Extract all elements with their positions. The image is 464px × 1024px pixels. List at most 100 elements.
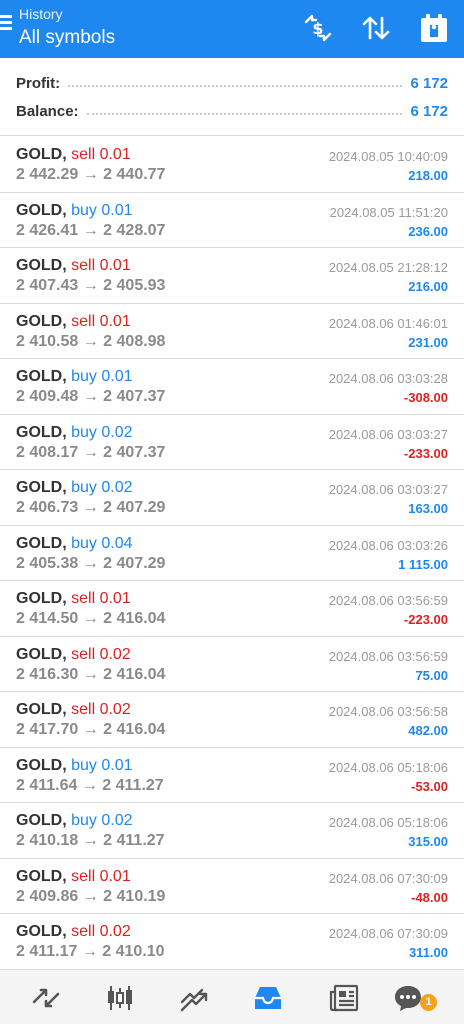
deal-profit: 163.00 [408, 501, 448, 516]
page-subtitle: History [19, 6, 63, 22]
deal-type: buy 0.01 [71, 368, 133, 385]
symbol-name: GOLD, [16, 368, 67, 385]
deal-type: sell 0.02 [71, 645, 131, 663]
symbol-name: GOLD, [16, 812, 67, 829]
deal-type: sell 0.01 [71, 257, 131, 274]
deal-prices: 2 410.18 → 2 411.27 [16, 832, 165, 849]
symbol-name: GOLD, [16, 423, 67, 441]
deal-profit: 311.00 [408, 945, 448, 960]
deal-time: 2024.08.05 11:51:20 [329, 204, 448, 220]
deal-profit: 216.00 [408, 279, 448, 294]
deal-time: 2024.08.06 03:56:59 [328, 593, 448, 608]
deal-type: sell 0.02 [71, 701, 131, 718]
deal-profit: -308.00 [403, 390, 448, 405]
deal-prices: 2 416.30 → 2 416.04 [16, 665, 166, 683]
deal-profit: -53.00 [411, 778, 448, 794]
app-bar: History All symbols $ [0, 0, 464, 58]
deal-time: 2024.08.06 03:03:27 [328, 426, 448, 442]
deal-symbol: GOLD, sell 0.01 [16, 146, 131, 164]
deal-time: 2024.08.06 03:56:58 [328, 704, 448, 719]
deal-symbol: GOLD, sell 0.02 [16, 701, 131, 719]
deal-prices: 2 426.41 → 2 428.07 [16, 221, 166, 239]
notification-badge: 1 [420, 994, 437, 1011]
profit-row: Profit: 6 172 [16, 71, 448, 95]
dot-leader [68, 85, 403, 87]
profit-label: Profit: [16, 74, 61, 92]
deal-symbol: GOLD, buy 0.01 [16, 202, 133, 220]
quotes-icon[interactable] [30, 982, 62, 1014]
deal-prices: 2 411.17 → 2 410.10 [16, 943, 165, 960]
deal-row[interactable]: GOLD, sell 0.01 2 407.43 → 2 405.93 2024.0… [0, 248, 464, 304]
symbol-name: GOLD, [16, 312, 67, 330]
deal-symbol: GOLD, buy 0.04 [16, 535, 133, 553]
deal-row[interactable]: GOLD, buy 0.01 2 409.48 → 2 407.37 2024.08… [0, 359, 464, 415]
deal-type: buy 0.01 [71, 756, 133, 774]
deal-row[interactable]: GOLD, buy 0.04 2 405.38 → 2 407.29 2024.08… [0, 526, 464, 581]
deal-time: 2024.08.06 03:03:28 [328, 371, 448, 386]
deal-symbol: GOLD, buy 0.02 [16, 424, 133, 442]
deal-type: buy 0.04 [71, 534, 133, 552]
deal-profit: 1 115.00 [398, 556, 448, 572]
deal-row[interactable]: GOLD, sell 0.02 2 417.70 → 2 416.04 2024.0… [0, 692, 464, 748]
deal-row[interactable]: GOLD, buy 0.01 2 411.64 → 2 411.27 2024.08… [0, 748, 464, 803]
dot-leader [86, 113, 403, 115]
deal-row[interactable]: GOLD, sell 0.01 2 409.86 → 2 410.19 2024.0… [0, 859, 464, 914]
messages-icon[interactable] [392, 982, 424, 1014]
deal-row[interactable]: GOLD, sell 0.02 2 411.17 → 2 410.10 2024.0… [0, 914, 464, 970]
deal-profit: 482.00 [408, 723, 448, 738]
deal-symbol: GOLD, sell 0.01 [16, 257, 131, 275]
deal-time: 2024.08.06 05:18:06 [328, 815, 448, 830]
deal-profit: 236.00 [408, 223, 448, 239]
sort-icon[interactable] [360, 12, 392, 44]
deal-profit: 315.00 [408, 834, 448, 849]
deal-prices: 2 410.58 → 2 408.98 [16, 332, 166, 350]
deal-profit: -223.00 [403, 612, 448, 627]
deal-type: sell 0.01 [71, 590, 131, 607]
deal-symbol: GOLD, sell 0.02 [16, 646, 131, 664]
deal-prices: 2 407.43 → 2 405.93 [16, 277, 166, 294]
deal-type: sell 0.01 [71, 146, 131, 163]
deal-row[interactable]: GOLD, sell 0.02 2 416.30 → 2 416.04 2024.0… [0, 637, 464, 692]
menu-icon[interactable] [0, 12, 14, 34]
deal-prices: 2 409.48 → 2 407.37 [16, 388, 166, 405]
deal-row[interactable]: GOLD, buy 0.01 2 426.41 → 2 428.07 2024.08… [0, 193, 464, 248]
deal-row[interactable]: GOLD, buy 0.02 2 406.73 → 2 407.29 2024.08… [0, 470, 464, 526]
deal-row[interactable]: GOLD, sell 0.01 2 414.50 → 2 416.04 2024.0… [0, 581, 464, 637]
symbol-name: GOLD, [16, 534, 67, 552]
deal-prices: 2 405.38 → 2 407.29 [16, 554, 166, 572]
deal-type: buy 0.01 [71, 201, 133, 219]
deal-symbol: GOLD, buy 0.01 [16, 757, 133, 775]
deal-symbol: GOLD, sell 0.01 [16, 590, 131, 608]
deal-type: buy 0.02 [71, 812, 133, 829]
deal-prices: 2 408.17 → 2 407.37 [16, 443, 166, 461]
deal-symbol: GOLD, sell 0.01 [16, 313, 131, 331]
summary-panel: Profit: 6 172 Balance: 6 172 [0, 58, 464, 136]
deal-row[interactable]: GOLD, sell 0.01 2 410.58 → 2 408.98 2024.0… [0, 304, 464, 359]
currency-swap-icon[interactable]: $ [302, 12, 334, 44]
symbol-name: GOLD, [16, 146, 67, 163]
deal-row[interactable]: GOLD, sell 0.01 2 442.29 → 2 440.77 2024.0… [0, 137, 464, 193]
deal-type: buy 0.02 [71, 423, 133, 441]
deals-list: GOLD, sell 0.01 2 442.29 → 2 440.77 2024.0… [0, 137, 464, 970]
calendar-icon[interactable] [418, 12, 450, 44]
symbol-name: GOLD, [16, 201, 67, 219]
deal-time: 2024.08.06 01:46:01 [328, 315, 448, 331]
deal-profit: 218.00 [408, 168, 448, 183]
deal-symbol: GOLD, buy 0.02 [16, 479, 133, 497]
deal-row[interactable]: GOLD, buy 0.02 2 408.17 → 2 407.37 2024.08… [0, 415, 464, 470]
symbol-name: GOLD, [16, 867, 67, 885]
deal-profit: -48.00 [411, 889, 448, 905]
news-icon[interactable] [328, 982, 360, 1014]
balance-label: Balance: [16, 102, 79, 120]
deal-row[interactable]: GOLD, buy 0.02 2 410.18 → 2 411.27 2024.08… [0, 803, 464, 859]
svg-text:$: $ [312, 19, 323, 38]
chart-icon[interactable] [104, 982, 136, 1014]
bottom-navigation [0, 969, 464, 1024]
deal-time: 2024.08.05 21:28:12 [328, 260, 448, 275]
trade-icon[interactable] [178, 982, 210, 1014]
history-icon[interactable] [252, 982, 284, 1014]
page-title[interactable]: All symbols [19, 27, 115, 49]
deal-time: 2024.08.06 05:18:06 [328, 759, 448, 775]
deal-time: 2024.08.05 10:40:09 [328, 149, 448, 164]
deal-profit: 231.00 [408, 334, 448, 350]
